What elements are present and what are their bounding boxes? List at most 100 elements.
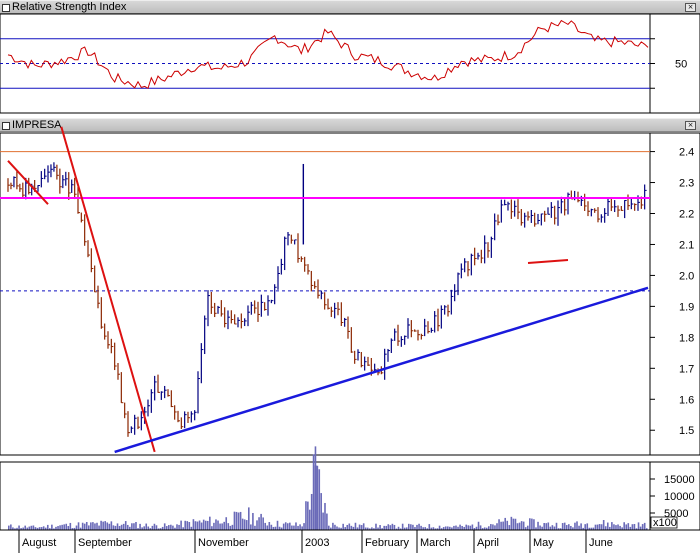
volume-bar	[586, 523, 589, 530]
x-tick-label: May	[533, 537, 554, 549]
volume-bar	[531, 518, 533, 530]
volume-bar	[260, 513, 262, 530]
volume-bar	[77, 522, 80, 530]
volume-bar	[410, 524, 412, 530]
x-tick-label: March	[420, 537, 451, 549]
volume-bar	[264, 522, 267, 530]
volume-bar	[61, 524, 63, 530]
volume-bar	[291, 525, 293, 530]
volume-bar	[289, 522, 291, 530]
volume-bar	[477, 521, 480, 530]
volume-bar	[459, 524, 461, 530]
volume-bar	[120, 524, 123, 530]
volume-bar	[350, 525, 353, 530]
volume-bar	[124, 521, 127, 530]
volume-bar	[627, 523, 630, 530]
volume-bar	[453, 525, 455, 530]
volume-bar	[584, 524, 587, 530]
x-tick-label: February	[365, 537, 410, 549]
volume-bar	[494, 525, 496, 530]
volume-bar	[551, 525, 554, 530]
volume-bar	[570, 525, 572, 530]
volume-bar	[202, 519, 205, 530]
volume-bar	[617, 524, 619, 530]
volume-spike-bar	[314, 465, 317, 530]
volume-bar	[336, 526, 338, 530]
volume-bar	[310, 493, 313, 530]
volume-bar	[383, 525, 385, 530]
volume-bar	[206, 520, 209, 530]
volume-bar	[133, 523, 135, 530]
volume-bar	[10, 524, 12, 530]
volume-bar	[461, 525, 463, 530]
volume-bar	[24, 525, 27, 530]
volume-bar	[596, 524, 599, 530]
volume-bar	[139, 523, 141, 530]
volume-bar	[643, 522, 646, 530]
volume-bar	[326, 513, 328, 530]
volume-bar	[600, 524, 603, 530]
x-tick-label: August	[22, 537, 56, 549]
volume-bar	[418, 523, 420, 530]
price-tick-label: 2.2	[679, 209, 694, 221]
volume-bar	[520, 521, 523, 530]
volume-bar	[533, 519, 535, 530]
volume-bar	[104, 521, 107, 530]
volume-bar	[545, 523, 548, 530]
volume-bar	[301, 526, 303, 530]
volume-bar	[543, 523, 545, 530]
volume-bar	[563, 522, 566, 530]
volume-bar	[479, 525, 482, 530]
volume-bar	[102, 521, 104, 530]
price-tick-label: 2.4	[679, 147, 694, 159]
volume-bar	[444, 526, 447, 530]
volume-bar	[488, 526, 490, 530]
volume-bar	[63, 524, 65, 530]
volume-bar	[108, 523, 111, 530]
volume-bar	[324, 502, 326, 530]
volume-bar	[537, 521, 539, 530]
volume-bar	[192, 519, 195, 530]
volume-bar	[147, 526, 150, 530]
volume-bar	[65, 523, 68, 530]
volume-bar	[178, 524, 180, 530]
volume-bar	[98, 525, 100, 530]
volume-bar	[188, 522, 191, 530]
volume-bar	[231, 524, 234, 530]
volume-bar	[342, 523, 344, 530]
volume-bar	[151, 525, 154, 530]
volume-bar	[165, 526, 168, 530]
volume-bar	[168, 525, 170, 530]
volume-bar	[28, 526, 31, 530]
volume-bar	[67, 526, 70, 530]
rsi-tick-label: 50	[675, 59, 687, 71]
volume-bar	[328, 525, 330, 530]
volume-bar	[204, 520, 207, 530]
volume-bar	[262, 517, 264, 530]
volume-bar	[580, 523, 582, 530]
volume-bar	[266, 525, 269, 530]
volume-bar	[387, 524, 390, 530]
volume-bar	[502, 521, 504, 530]
volume-bar	[209, 516, 211, 530]
x-tick-label: September	[78, 537, 132, 549]
volume-bar	[297, 525, 299, 530]
volume-bar	[153, 523, 156, 530]
volume-bar	[126, 524, 129, 530]
volume-bar	[408, 523, 410, 530]
volume-bar	[561, 523, 564, 530]
volume-bar	[305, 501, 307, 530]
volume-bar	[8, 525, 10, 530]
volume-bar	[375, 523, 377, 530]
volume-bar	[619, 525, 621, 530]
volume-bar	[602, 520, 605, 530]
volume-bar	[578, 525, 580, 530]
price-tick-label: 1.6	[679, 394, 694, 406]
volume-bar	[455, 525, 457, 530]
volume-bar	[114, 525, 117, 530]
volume-bar	[526, 525, 529, 530]
volume-bar	[391, 523, 394, 530]
volume-bar	[428, 524, 431, 530]
volume-tick-label: 10000	[664, 491, 695, 503]
volume-bar	[239, 511, 242, 530]
